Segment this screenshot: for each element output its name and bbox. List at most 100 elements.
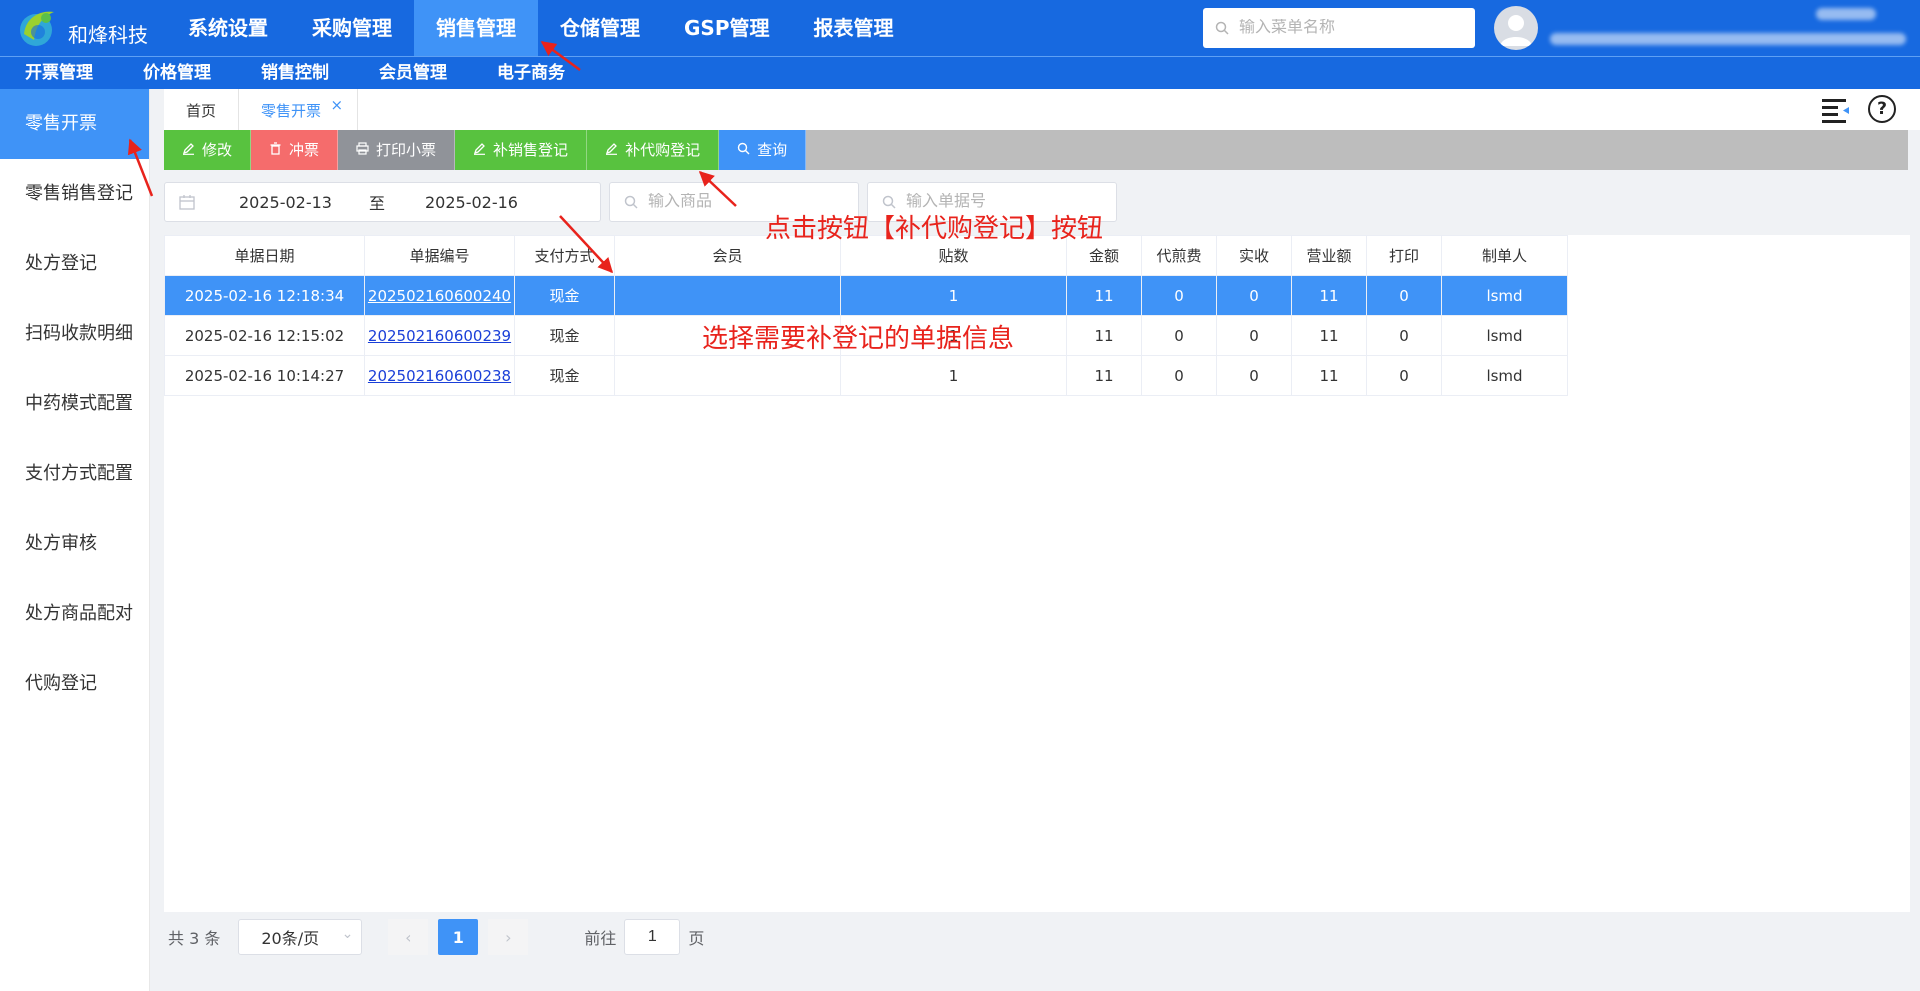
- prev-page-button[interactable]: ‹: [388, 919, 429, 955]
- table-row[interactable]: 2025-02-16 10:14:27 202502160600238 现金 1 11 0…: [164, 355, 1568, 396]
- doc-number-link[interactable]: 202502160600240: [368, 287, 511, 305]
- cell-paid: 0: [1216, 315, 1292, 356]
- cell-date: 2025-02-16 10:14:27: [164, 355, 365, 396]
- date-range-picker[interactable]: 2025-02-13 至 2025-02-16: [164, 182, 601, 222]
- cell-pay: 现金: [514, 355, 615, 396]
- cell-fee: 0: [1141, 275, 1217, 316]
- column-header[interactable]: 营业额: [1291, 235, 1367, 276]
- sidebar-item[interactable]: 扫码收款明细: [0, 299, 149, 369]
- toolbar-button[interactable]: 冲票: [251, 130, 339, 170]
- date-from[interactable]: 2025-02-13: [239, 193, 349, 212]
- cell-revenue: 11: [1291, 355, 1367, 396]
- date-to[interactable]: 2025-02-16: [425, 193, 518, 212]
- cell-date: 2025-02-16 12:18:34: [164, 275, 365, 316]
- toolbar-button[interactable]: 打印小票: [338, 130, 456, 170]
- chevron-right-icon: ›: [505, 927, 512, 947]
- current-page-button[interactable]: 1: [438, 919, 479, 955]
- toolbar-button-label: 打印小票: [376, 141, 437, 159]
- main-nav-item[interactable]: 报表管理: [791, 0, 915, 56]
- column-header[interactable]: 单据编号: [364, 235, 515, 276]
- doc-number-link[interactable]: 202502160600239: [368, 327, 511, 345]
- toolbar-button-label: 补销售登记: [493, 141, 569, 159]
- main-nav-item[interactable]: 系统设置: [166, 0, 290, 56]
- main-nav-item[interactable]: 仓储管理: [538, 0, 662, 56]
- next-page-button[interactable]: ›: [488, 919, 529, 955]
- cell-paid: 0: [1216, 275, 1292, 316]
- user-avatar[interactable]: [1494, 6, 1538, 50]
- brand-name: 和烽科技: [68, 22, 148, 47]
- sub-nav-item[interactable]: 开票管理: [0, 57, 118, 89]
- toolbar-button-label: 冲票: [289, 141, 320, 159]
- page-suffix: 页: [688, 929, 705, 948]
- toolbar-button[interactable]: 修改: [164, 130, 252, 170]
- tab-item[interactable]: 首页: [164, 89, 240, 130]
- sub-nav-item[interactable]: 电子商务: [472, 57, 590, 89]
- chevron-down-icon: ⌄: [341, 926, 354, 942]
- column-header[interactable]: 单据日期: [164, 235, 365, 276]
- edit-icon: [473, 130, 486, 170]
- toolbar-button[interactable]: 查询: [719, 130, 807, 170]
- doc-number-link[interactable]: 202502160600238: [368, 367, 511, 385]
- help-icon[interactable]: ?: [1868, 95, 1896, 123]
- cell-paid: 0: [1216, 355, 1292, 396]
- trash-icon: [269, 130, 282, 170]
- sidebar-item[interactable]: 零售开票: [0, 89, 149, 159]
- total-count: 共 3 条: [168, 929, 221, 948]
- search-icon: [1215, 21, 1229, 35]
- cell-member: [614, 275, 841, 316]
- pagination: 共 3 条 20条/页 ⌄ ‹ 1 › 前往 页: [164, 912, 1910, 962]
- sidebar-item[interactable]: 处方登记: [0, 229, 149, 299]
- cell-tie: 1: [840, 355, 1067, 396]
- column-header[interactable]: 代煎费: [1141, 235, 1217, 276]
- toolbar-button-label: 修改: [202, 141, 233, 159]
- cell-maker: lsmd: [1441, 275, 1568, 316]
- sidebar-item[interactable]: 处方审核: [0, 509, 149, 579]
- cell-maker: lsmd: [1441, 315, 1568, 356]
- menu-search-box[interactable]: [1203, 8, 1475, 48]
- column-header[interactable]: 支付方式: [514, 235, 615, 276]
- sidebar-item[interactable]: 支付方式配置: [0, 439, 149, 509]
- tab-item[interactable]: 零售开票 ×: [239, 89, 359, 130]
- sub-nav-item[interactable]: 会员管理: [354, 57, 472, 89]
- chevron-left-icon: ‹: [405, 927, 412, 947]
- column-header[interactable]: 制单人: [1441, 235, 1568, 276]
- goto-label: 前往: [584, 929, 617, 948]
- page-size-select[interactable]: 20条/页 ⌄: [238, 919, 363, 955]
- calendar-icon: [179, 195, 195, 210]
- cell-fee: 0: [1141, 315, 1217, 356]
- column-header[interactable]: 打印: [1366, 235, 1442, 276]
- toolbar-button-label: 查询: [757, 141, 788, 159]
- edit-icon: [182, 130, 195, 170]
- toolbar-button-label: 补代购登记: [625, 141, 701, 159]
- records-table-container: 单据日期 单据编号 支付方式 会员 贴数 金额 代煎费 实收 营业额 打印 制单人 2025-02-…: [164, 235, 1910, 915]
- close-icon[interactable]: ×: [330, 83, 343, 127]
- page-size-value: 20条/页: [261, 929, 320, 948]
- annotation-click-button: 点击按钮【补代购登记】按钮: [765, 214, 1104, 244]
- search-icon: [624, 195, 638, 209]
- sub-nav-item[interactable]: 价格管理: [118, 57, 236, 89]
- main-nav-item[interactable]: 销售管理: [414, 0, 538, 56]
- toolbar-button[interactable]: 补代购登记: [587, 130, 720, 170]
- cell-pay: 现金: [514, 315, 615, 356]
- menu-collapse-icon[interactable]: [1822, 97, 1850, 123]
- sidebar-item[interactable]: 中药模式配置: [0, 369, 149, 439]
- cell-print: 0: [1366, 275, 1442, 316]
- sub-nav: 开票管理 价格管理 销售控制 会员管理 电子商务: [0, 56, 1920, 89]
- menu-search-input[interactable]: [1239, 19, 1459, 37]
- main-nav-item[interactable]: 采购管理: [290, 0, 414, 56]
- tab-bar: 首页 零售开票 × ?: [164, 89, 1920, 130]
- goto-page-input[interactable]: [624, 919, 681, 955]
- cell-no: 202502160600240: [364, 275, 515, 316]
- cell-date: 2025-02-16 12:15:02: [164, 315, 365, 356]
- sidebar-item[interactable]: 零售销售登记: [0, 159, 149, 229]
- toolbar-button[interactable]: 补销售登记: [455, 130, 588, 170]
- main-nav-item[interactable]: GSP管理: [662, 0, 791, 56]
- column-header[interactable]: 实收: [1216, 235, 1292, 276]
- sidebar-item[interactable]: 处方商品配对: [0, 579, 149, 649]
- table-row[interactable]: 2025-02-16 12:18:34 202502160600240 现金 1 11 0…: [164, 275, 1568, 316]
- sidebar-item[interactable]: 代购登记: [0, 649, 149, 719]
- cell-revenue: 11: [1291, 275, 1367, 316]
- user-detail-blurred: [1550, 33, 1906, 45]
- logo[interactable]: 和烽科技: [16, 6, 148, 50]
- annotation-select-row: 选择需要补登记的单据信息: [702, 324, 1015, 354]
